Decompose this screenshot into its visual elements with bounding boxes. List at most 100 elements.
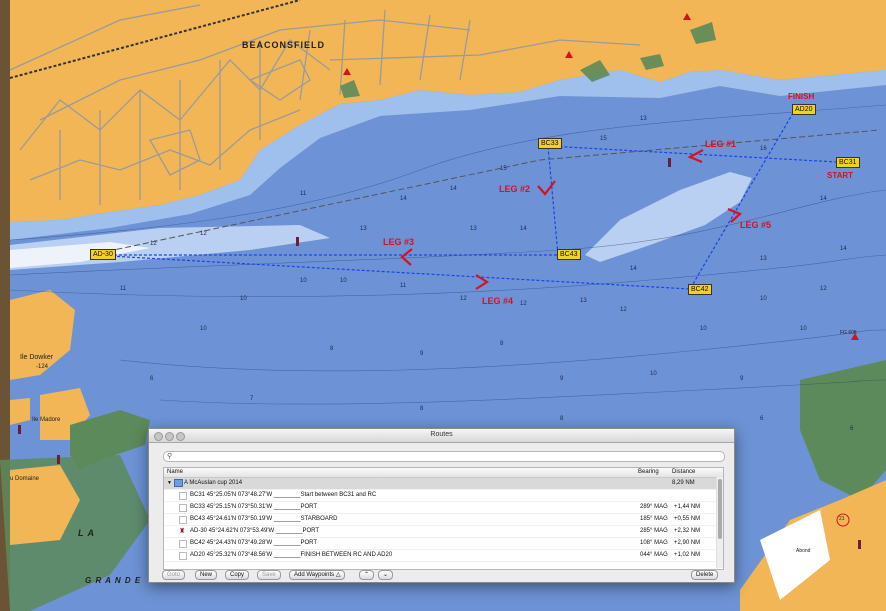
waypoint-bc33[interactable]: BC33 xyxy=(538,138,562,149)
column-header-distance[interactable]: Distance xyxy=(672,469,695,475)
scrollbar-thumb[interactable] xyxy=(718,479,722,539)
copy-button[interactable]: Copy xyxy=(225,570,250,580)
table-scrollbar[interactable] xyxy=(716,477,723,568)
waypoint-bc43[interactable]: BC43 xyxy=(557,249,581,260)
waypoint-bearing: 289° MAG xyxy=(640,504,668,510)
waypoint-name: BC33 45°25.15'N 073°50.31'W ________PORT xyxy=(190,504,318,510)
waypoint-ad30[interactable]: AD-30 xyxy=(90,249,116,260)
column-header-bearing[interactable]: Bearing xyxy=(638,469,659,475)
add-waypoints-button[interactable]: Add Waypoints △ xyxy=(289,570,346,580)
svg-text:16: 16 xyxy=(760,146,767,152)
svg-text:13: 13 xyxy=(760,256,767,262)
island-label: Ile Dowker xyxy=(20,354,54,361)
svg-text:14: 14 xyxy=(820,196,827,202)
column-header-name[interactable]: Name xyxy=(167,469,183,475)
svg-text:13: 13 xyxy=(470,226,477,232)
route-folder-icon xyxy=(174,479,183,487)
table-row[interactable]: BC42 45°24.43'N 073°49.28'W ________PORT… xyxy=(164,538,723,550)
waypoint-checkbox[interactable] xyxy=(179,516,187,524)
save-button[interactable]: Save xyxy=(257,570,281,580)
window-title: Routes xyxy=(430,431,453,438)
svg-text:14: 14 xyxy=(630,266,637,272)
svg-text:12: 12 xyxy=(200,231,207,237)
waypoint-bc31[interactable]: BC31 xyxy=(836,157,860,168)
table-row[interactable]: BC43 45°24.61'N 073°50.19'W ________STAR… xyxy=(164,514,723,526)
svg-text:12: 12 xyxy=(460,296,467,302)
island-depth: -124 xyxy=(36,364,49,370)
waypoint-distance: +1,44 NM xyxy=(674,504,701,510)
move-down-button[interactable]: ⌄ xyxy=(378,570,394,580)
svg-text:14: 14 xyxy=(400,196,407,202)
leg-2-label: LEG #2 xyxy=(499,184,531,194)
waypoint-bearing: 285° MAG xyxy=(640,528,668,534)
domaine-label: u Domaine xyxy=(10,476,40,482)
light-label-fg: FG 60ft xyxy=(840,330,857,336)
waypoint-bearing: 185° MAG xyxy=(640,516,668,522)
window-toolbar: Goto New Copy Save Add Waypoints △ ⌃ ⌄ D… xyxy=(159,570,729,580)
light-label-abond: Abond xyxy=(796,548,811,554)
svg-text:10: 10 xyxy=(200,326,207,332)
leg-1-label: LEG #1 xyxy=(705,139,737,149)
svg-text:10: 10 xyxy=(760,296,767,302)
waypoint-name: BC42 45°24.43'N 073°49.28'W ________PORT xyxy=(190,540,318,546)
lake-label-grande: G R A N D E xyxy=(85,576,142,585)
island2-label: Ile Madore xyxy=(32,417,61,423)
leg-5-label: LEG #5 xyxy=(740,220,772,230)
search-field[interactable]: ⚲ xyxy=(163,451,725,462)
svg-text:15: 15 xyxy=(600,136,607,142)
waypoint-bc42[interactable]: BC42 xyxy=(688,284,712,295)
waypoint-checkbox[interactable] xyxy=(179,552,187,560)
route-group-name: A McAuslan cup 2014 xyxy=(184,480,243,486)
add-waypoints-label: Add Waypoints xyxy=(294,572,335,578)
table-row[interactable]: AD20 45°25.32'N 073°48.56'W ________FINI… xyxy=(164,550,723,562)
waypoint-name: BC43 45°24.61'N 073°50.19'W ________STAR… xyxy=(190,516,338,522)
svg-text:15: 15 xyxy=(500,166,507,172)
goto-button[interactable]: Goto xyxy=(162,570,186,580)
waypoint-bearing: 044° MAG xyxy=(640,552,668,558)
svg-text:11: 11 xyxy=(300,191,307,197)
svg-text:10: 10 xyxy=(340,278,347,284)
town-label: BEACONSFIELD xyxy=(242,40,326,50)
svg-text:13: 13 xyxy=(580,298,587,304)
routes-table[interactable]: Name Bearing Distance ▼ A McAuslan cup 2… xyxy=(163,467,724,570)
chevron-up-icon: ⌃ xyxy=(364,572,370,578)
waypoint-name: BC31 45°25.05'N 073°48.27'W ________Star… xyxy=(190,492,377,498)
svg-text:11: 11 xyxy=(400,283,407,289)
waypoint-distance: +0,55 NM xyxy=(674,516,701,522)
svg-text:10: 10 xyxy=(300,278,307,284)
svg-text:12: 12 xyxy=(520,301,527,307)
table-row[interactable]: BC33 45°25.15'N 073°50.31'W ________PORT… xyxy=(164,502,723,514)
delete-button[interactable]: Delete xyxy=(691,570,719,580)
table-header: Name Bearing Distance xyxy=(164,468,723,478)
route-group-row[interactable]: ▼ A McAuslan cup 2014 8,29 NM xyxy=(164,478,723,490)
chevron-down-icon: ⌄ xyxy=(383,572,389,578)
table-row[interactable]: BC31 45°25.05'N 073°48.27'W ________Star… xyxy=(164,490,723,502)
svg-text:13: 13 xyxy=(360,226,367,232)
svg-text:11: 11 xyxy=(120,286,127,292)
finish-label: FINISH xyxy=(788,92,815,101)
waypoint-distance: +2,90 NM xyxy=(674,540,701,546)
leg-4-label: LEG #4 xyxy=(482,296,514,306)
window-titlebar[interactable]: Routes xyxy=(149,429,734,443)
waypoint-checkbox[interactable] xyxy=(179,492,187,500)
move-up-button[interactable]: ⌃ xyxy=(359,570,375,580)
svg-text:10: 10 xyxy=(240,296,247,302)
svg-text:10: 10 xyxy=(800,326,807,332)
triangle-up-icon: △ xyxy=(335,572,341,578)
table-row[interactable]: ♜ AD-30 45°24.62'N 073°53.49'W ________P… xyxy=(164,526,723,538)
buoy-mark-icon: ♜ xyxy=(179,528,186,535)
disclosure-triangle-icon[interactable]: ▼ xyxy=(167,480,172,486)
new-button[interactable]: New xyxy=(195,570,218,580)
svg-text:12: 12 xyxy=(150,241,157,247)
waypoint-checkbox[interactable] xyxy=(179,504,187,512)
waypoint-name: AD20 45°25.32'N 073°48.56'W ________FINI… xyxy=(190,552,393,558)
waypoint-ad20[interactable]: AD20 xyxy=(792,104,816,115)
leg-3-label: LEG #3 xyxy=(383,237,415,247)
waypoint-distance: +2,32 NM xyxy=(674,528,701,534)
route-group-distance: 8,29 NM xyxy=(672,480,695,486)
routes-window[interactable]: Routes ⚲ Name Bearing Distance ▼ A McAus… xyxy=(148,428,735,583)
waypoint-distance: +1,02 NM xyxy=(674,552,701,558)
waypoint-checkbox[interactable] xyxy=(179,540,187,548)
svg-text:14: 14 xyxy=(840,246,847,252)
waypoint-bearing: 108° MAG xyxy=(640,540,668,546)
